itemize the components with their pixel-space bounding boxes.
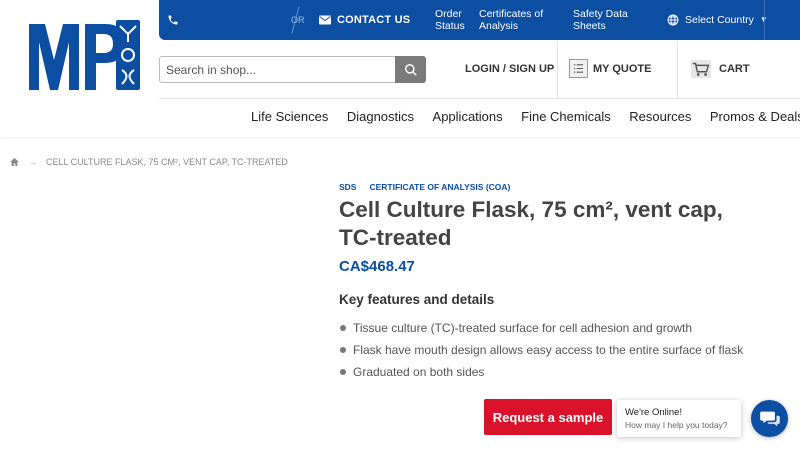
chat-prompt: How may I help you today? — [625, 420, 728, 430]
breadcrumb-arrow-icon: → — [28, 157, 37, 167]
select-country-dropdown[interactable]: Select Country ▼ — [667, 0, 768, 40]
quote-list-icon — [569, 59, 588, 78]
topbar-divider — [764, 0, 765, 40]
home-icon[interactable] — [10, 158, 19, 166]
nav-life-sciences[interactable]: Life Sciences — [251, 109, 328, 124]
header-divider-line — [159, 98, 800, 99]
search-icon — [404, 63, 417, 76]
list-item: Tissue culture (TC)-treated surface for … — [339, 321, 743, 343]
search-input[interactable] — [160, 57, 396, 82]
chat-greeting-bubble[interactable]: We're Online! How may I help you today? — [617, 400, 741, 437]
breadcrumb: → CELL CULTURE FLASK, 75 CM², VENT CAP, … — [10, 157, 288, 167]
feature-text: Flask have mouth design allows easy acce… — [353, 343, 744, 357]
chat-bubbles-icon — [759, 411, 780, 426]
sds-link[interactable]: SDS — [339, 182, 356, 192]
contact-us-label: CONTACT US — [337, 14, 411, 26]
product-title: Cell Culture Flask, 75 cm², vent cap, TC… — [339, 197, 723, 250]
cart-label: CART — [719, 63, 750, 75]
search-bar — [159, 56, 426, 83]
certificates-link[interactable]: Certificates of Analysis — [479, 0, 559, 40]
product-document-links: SDS CERTIFICATE OF ANALYSIS (COA) — [339, 182, 523, 192]
mp-logo[interactable] — [25, 18, 147, 96]
safety-data-sheets-link[interactable]: Safety Data Sheets — [573, 0, 643, 40]
select-country-label: Select Country — [685, 14, 754, 26]
my-quote-label: MY QUOTE — [593, 62, 652, 75]
site-header: OR CONTACT US Order Status Certificates … — [0, 0, 800, 137]
product-price: CA$468.47 — [339, 258, 415, 275]
coa-link[interactable]: CERTIFICATE OF ANALYSIS (COA) — [369, 182, 510, 192]
feature-text: Tissue culture (TC)-treated surface for … — [353, 321, 693, 335]
list-item: Flask have mouth design allows easy acce… — [339, 343, 743, 365]
my-quote-link[interactable]: MY QUOTE — [569, 59, 651, 78]
header-separator — [557, 41, 558, 98]
bullet-icon — [340, 325, 346, 331]
nav-diagnostics[interactable]: Diagnostics — [347, 109, 414, 124]
bullet-icon — [340, 347, 346, 353]
globe-icon — [667, 14, 679, 26]
top-utility-bar: OR CONTACT US Order Status Certificates … — [159, 0, 800, 40]
feature-text: Graduated on both sides — [353, 365, 485, 379]
order-status-link[interactable]: Order Status — [435, 0, 475, 40]
features-heading: Key features and details — [339, 292, 495, 307]
chat-launcher-button[interactable] — [751, 400, 788, 437]
login-signup-link[interactable]: LOGIN / SIGN UP — [465, 63, 554, 75]
search-button[interactable] — [395, 56, 426, 83]
nav-fine-chemicals[interactable]: Fine Chemicals — [521, 109, 611, 124]
main-navigation: Life Sciences Diagnostics Applications F… — [251, 109, 800, 124]
features-list: Tissue culture (TC)-treated surface for … — [339, 321, 743, 387]
envelope-icon — [319, 15, 331, 25]
request-sample-button[interactable]: Request a sample — [484, 399, 612, 435]
bullet-icon — [340, 369, 346, 375]
cart-link[interactable]: CART — [690, 58, 750, 80]
contact-us-link[interactable]: CONTACT US — [319, 0, 410, 40]
phone-icon[interactable] — [167, 0, 179, 40]
list-item: Graduated on both sides — [339, 365, 743, 387]
breadcrumb-current: CELL CULTURE FLASK, 75 CM², VENT CAP, TC… — [46, 157, 288, 167]
chat-status: We're Online! — [625, 407, 683, 418]
nav-promos-deals[interactable]: Promos & Deals — [710, 109, 800, 124]
cart-icon — [690, 59, 712, 79]
nav-resources[interactable]: Resources — [629, 109, 691, 124]
header-separator — [677, 41, 678, 98]
nav-applications[interactable]: Applications — [433, 109, 503, 124]
